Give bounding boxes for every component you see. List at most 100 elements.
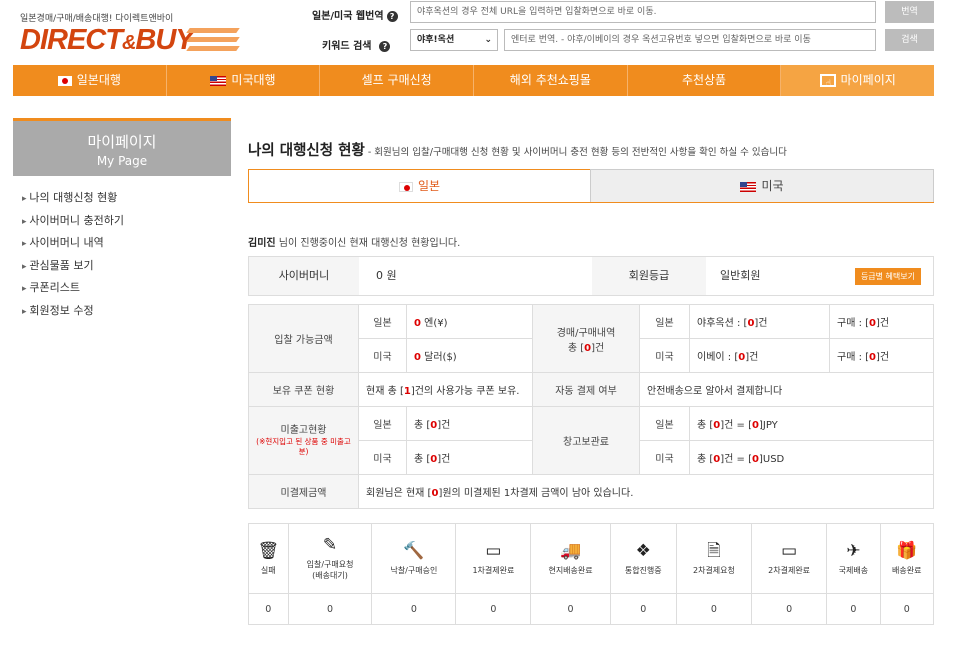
unshipped-us: 총 [0]건 — [406, 440, 533, 475]
logo-ampersand: & — [121, 32, 136, 54]
autopay-label: 자동 결제 여부 — [532, 372, 640, 407]
truck-icon: 🚚 — [559, 540, 582, 561]
sidebar-menu: 나의 대행신청 현황 사이버머니 충전하기 사이버머니 내역 관심물품 보기 쿠… — [22, 190, 232, 325]
card-icon: ▭ — [485, 540, 502, 561]
usa-flag-icon — [210, 75, 227, 86]
site-logo[interactable]: DIRECT&BUY — [20, 24, 195, 57]
usa-flag-icon — [740, 181, 757, 192]
tab-japan[interactable]: 일본 — [248, 169, 591, 203]
status-second-request[interactable]: 🗎 2차결제요청 — [675, 523, 753, 594]
cyber-money-label: 사이버머니 — [278, 269, 330, 282]
status-international[interactable]: ✈ 국제배송 — [826, 523, 881, 594]
nav-mypage[interactable]: ☝ 마이페이지 — [781, 65, 935, 96]
usa-label: 미국 — [358, 338, 407, 373]
chevron-down-icon: ⌄ — [484, 35, 492, 45]
status-consolidating[interactable]: ❖ 통합진행중 — [609, 523, 677, 594]
sidebar-item-coupons[interactable]: 쿠폰리스트 — [22, 280, 232, 303]
sidebar-item-charge[interactable]: 사이버머니 충전하기 — [22, 213, 232, 236]
status-count: 0 — [371, 593, 457, 625]
coupon-label: 보유 쿠폰 현황 — [248, 372, 359, 407]
boxes-icon: ❖ — [635, 540, 651, 561]
nav-recommended[interactable]: 추천상품 — [628, 65, 782, 96]
status-table: 🗑 실패 ✎ 입찰/구매요청 (배송대기) 🔨 낙찰/구매승인 ▭ 1차결제완료 🚚 현지… — [248, 523, 935, 625]
nav-japan[interactable]: 일본대행 — [13, 65, 167, 96]
user-status-line: 김미진 님이 진행중이신 현재 대행신청 현황입니다. — [248, 238, 461, 249]
grade-benefits-button[interactable]: 등급별 혜택보기 — [854, 267, 921, 285]
storage-jp: 총 [0]건 = [0]JPY — [689, 406, 934, 441]
status-count: 0 — [248, 593, 289, 625]
sidebar-item-profile[interactable]: 회원정보 수정 — [22, 303, 232, 326]
ebay-count: 이베이 : [0]건 — [689, 338, 830, 373]
grade-value: 일반회원 — [720, 269, 761, 282]
grade-cell: 일반회원 등급별 혜택보기 — [706, 257, 933, 295]
nav-self-order[interactable]: 셀프 구매신청 — [320, 65, 475, 96]
card-icon: ▭ — [781, 540, 798, 561]
edit-icon: ✎ — [322, 535, 338, 555]
site-tagline: 일본경매/구매/배송대행! 다이렉트앤바이 — [20, 14, 174, 24]
grade-label: 회원등급 — [628, 269, 670, 282]
unshipped-note: (※현지입고 된 상품 중 미출고분) — [256, 436, 351, 456]
status-count: 0 — [826, 593, 881, 625]
buy-us-count: 구매 : [0]건 — [829, 338, 934, 373]
user-name: 김미진 — [248, 238, 276, 249]
usa-label: 미국 — [358, 440, 407, 475]
logo-word-direct: DIRECT — [20, 24, 123, 56]
bid-jp-amount: 0 엔(¥) — [406, 304, 533, 339]
coupon-status: 현재 총 [1]건의 사용가능 쿠폰 보유. — [358, 372, 533, 407]
gift-icon: 🎁 — [896, 540, 918, 561]
status-count: 0 — [530, 593, 611, 625]
translate-button[interactable]: 번역 — [885, 1, 934, 23]
status-count: 0 — [879, 593, 935, 625]
status-second-payment[interactable]: ▭ 2차결제완료 — [751, 523, 828, 594]
member-info-box: 사이버머니 0 원 회원등급 일반회원 등급별 혜택보기 — [248, 256, 934, 296]
logo-word-buy: BUY — [135, 24, 194, 56]
japan-label: 일본 — [358, 304, 407, 339]
storage-fee-label: 창고보관료 — [532, 406, 640, 475]
usa-label: 미국 — [639, 338, 690, 373]
sidebar-item-request-status[interactable]: 나의 대행신청 현황 — [22, 190, 232, 213]
status-first-payment[interactable]: ▭ 1차결제완료 — [455, 523, 532, 594]
site-select[interactable]: 야후!옥션 ⌄ — [410, 29, 498, 51]
main-nav: 일본대행 미국대행 셀프 구매신청 해외 추천쇼핑몰 추천상품 ☝ 마이페이지 — [13, 65, 935, 96]
status-count: 0 — [609, 593, 677, 625]
status-failed[interactable]: 🗑 실패 — [248, 523, 289, 594]
status-local-delivered[interactable]: 🚚 현지배송완료 — [530, 523, 611, 594]
status-delivered[interactable]: 🎁 배송완료 — [879, 523, 935, 594]
status-count: 0 — [455, 593, 532, 625]
autopay-value: 안전배송으로 알아서 결제합니다 — [639, 372, 934, 407]
status-request[interactable]: ✎ 입찰/구매요청 (배송대기) — [287, 523, 373, 594]
page-title: 나의 대행신청 현황 - 회원님의 입찰/구매대행 신청 현황 및 사이버머니 … — [248, 143, 787, 159]
status-count: 0 — [287, 593, 373, 625]
sidebar-subtitle: My Page — [96, 154, 148, 168]
unpaid-label: 미결제금액 — [248, 474, 359, 509]
unshipped-label: 미출고현황 (※현지입고 된 상품 중 미출고분) — [248, 406, 359, 475]
title-separator: - — [364, 147, 375, 158]
japan-label: 일본 — [639, 406, 690, 441]
plane-icon: ✈ — [846, 540, 861, 561]
unshipped-jp: 총 [0]건 — [406, 406, 533, 441]
translate-input[interactable]: 야후옥션의 경우 전체 URL을 입력하면 입찰화면으로 바로 이동. — [410, 1, 876, 23]
auction-history-label: 경매/구매내역 총 [0]건 — [532, 304, 640, 373]
yahoo-count: 야후옥션 : [0]건 — [689, 304, 830, 339]
nav-usa[interactable]: 미국대행 — [167, 65, 321, 96]
search-button[interactable]: 검색 — [885, 29, 934, 51]
document-icon: 🗎 — [707, 540, 721, 561]
cyber-money-value: 0 원 — [359, 257, 592, 295]
translate-label: 일본/미국 웹번역? — [312, 7, 398, 22]
nav-overseas-malls[interactable]: 해외 추천쇼핑몰 — [474, 65, 628, 96]
buy-jp-count: 구매 : [0]건 — [829, 304, 934, 339]
japan-label: 일본 — [358, 406, 407, 441]
status-count: 0 — [751, 593, 828, 625]
help-icon[interactable]: ? — [379, 40, 391, 52]
bid-us-amount: 0 달러($) — [406, 338, 533, 373]
page-description: 회원님의 입찰/구매대행 신청 현황 및 사이버머니 충전 현황 등의 전반적인… — [374, 147, 787, 158]
tab-underline — [248, 202, 934, 203]
status-won[interactable]: 🔨 낙찰/구매승인 — [371, 523, 457, 594]
keyword-input[interactable]: 엔터로 번역. - 야후/이베이의 경우 옥션고유번호 넣으면 입찰화면으로 바… — [504, 29, 876, 51]
tab-usa[interactable]: 미국 — [590, 169, 934, 203]
sidebar-item-wishlist[interactable]: 관심물품 보기 — [22, 258, 232, 281]
sidebar-item-money-history[interactable]: 사이버머니 내역 — [22, 235, 232, 258]
help-icon[interactable]: ? — [386, 10, 398, 22]
logo-stripes — [186, 28, 240, 54]
unpaid-status: 회원님은 현재 [0]원의 미결제된 1차결제 금액이 남아 있습니다. — [358, 474, 934, 509]
